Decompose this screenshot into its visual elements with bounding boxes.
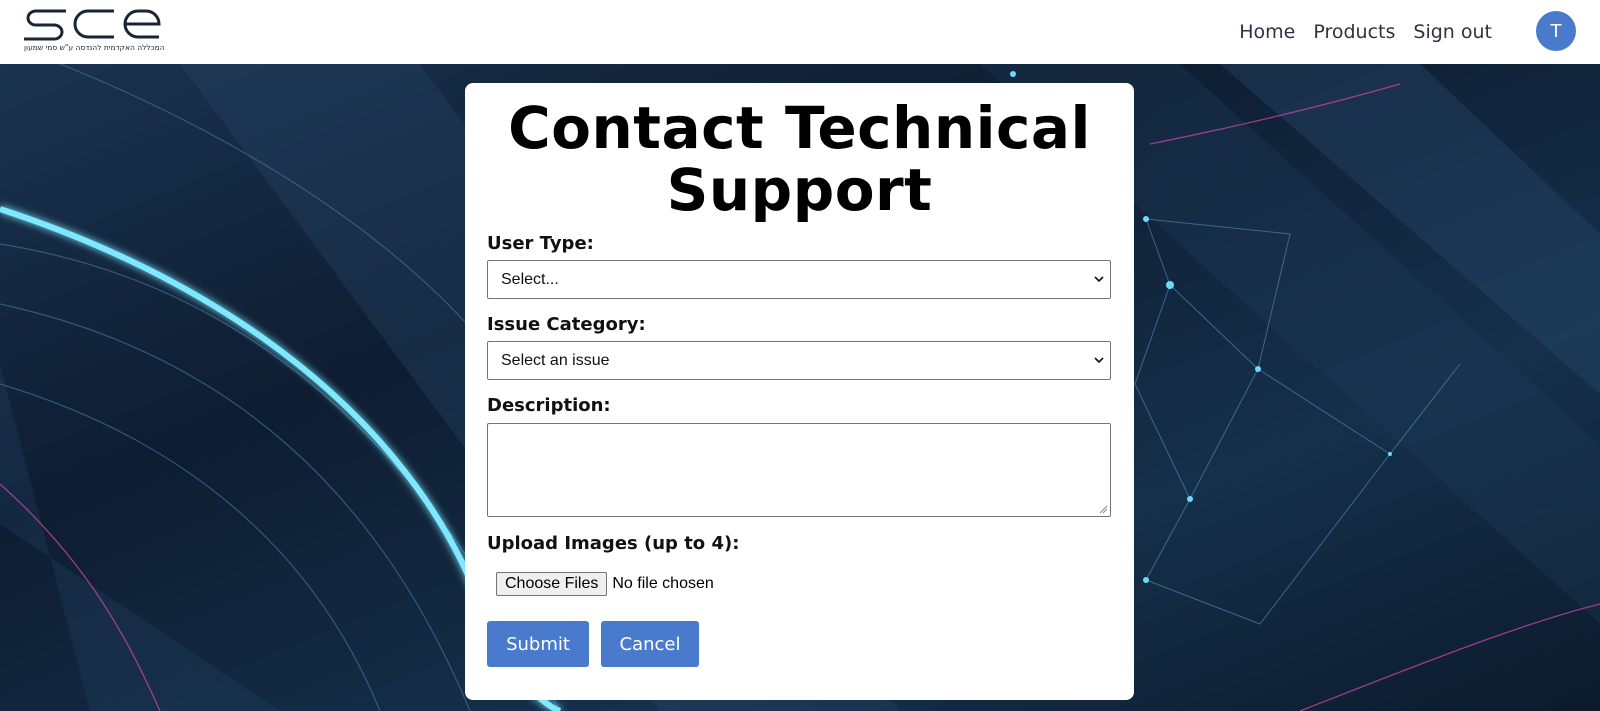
sce-logo-mark: [24, 9, 161, 41]
choose-files-button[interactable]: Choose Files: [496, 572, 608, 596]
cancel-button[interactable]: Cancel: [601, 621, 699, 667]
sce-logo[interactable]: המכללה האקדמית להנדסה ע"ש סמי שמעון: [22, 7, 165, 55]
upload-images-label: Upload Images (up to 4):: [487, 533, 740, 554]
file-status-text: No file chosen: [612, 575, 714, 592]
issue-category-select[interactable]: Select an issue: [487, 341, 1111, 380]
nav-home-link[interactable]: Home: [1239, 21, 1295, 43]
user-avatar[interactable]: T: [1536, 11, 1576, 51]
user-type-selected-value: Select...: [501, 271, 559, 288]
issue-category-label: Issue Category:: [487, 314, 646, 335]
nav-sign-out-link[interactable]: Sign out: [1413, 21, 1492, 43]
user-type-select[interactable]: Select...: [487, 260, 1111, 299]
top-header: המכללה האקדמית להנדסה ע"ש סמי שמעון Home…: [0, 0, 1600, 64]
submit-button[interactable]: Submit: [487, 621, 589, 667]
file-upload-input: Choose Files No file chosen: [487, 571, 1112, 597]
support-form-card: Contact Technical Support User Type: Sel…: [465, 83, 1134, 700]
nav-products-link[interactable]: Products: [1313, 21, 1395, 43]
form-actions: Submit Cancel: [487, 621, 1112, 667]
main-nav: Home Products Sign out: [1221, 0, 1492, 64]
description-label: Description:: [487, 395, 611, 416]
logo-tagline: המכללה האקדמית להנדסה ע"ש סמי שמעון: [24, 43, 165, 52]
user-type-label: User Type:: [487, 233, 594, 254]
issue-category-selected-value: Select an issue: [501, 352, 610, 369]
chevron-down-icon: [1092, 342, 1106, 379]
description-textarea[interactable]: [487, 423, 1111, 517]
resize-grip-icon[interactable]: [1099, 505, 1108, 514]
page-title: Contact Technical Support: [508, 94, 1091, 224]
chevron-down-icon: [1092, 261, 1106, 298]
